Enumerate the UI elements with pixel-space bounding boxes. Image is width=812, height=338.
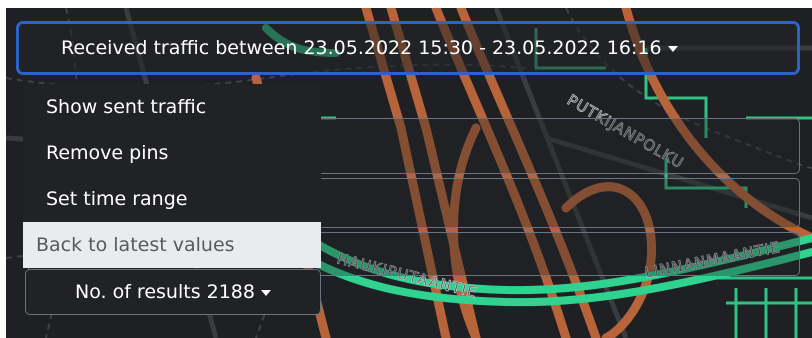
menu-item-remove-pins[interactable]: Remove pins bbox=[23, 130, 321, 176]
caret-down-icon bbox=[667, 46, 678, 52]
results-count-dropdown-button[interactable]: No. of results 2188 bbox=[25, 269, 321, 315]
caret-down-icon bbox=[260, 290, 271, 296]
menu-item-back-to-latest-values[interactable]: Back to latest values bbox=[23, 222, 321, 268]
traffic-options-menu: Show sent traffic Remove pins Set time r… bbox=[23, 84, 321, 268]
traffic-range-dropdown-button[interactable]: Received traffic between 23.05.2022 15:3… bbox=[16, 21, 800, 75]
menu-item-set-time-range[interactable]: Set time range bbox=[23, 176, 321, 222]
menu-item-show-sent-traffic[interactable]: Show sent traffic bbox=[23, 84, 321, 130]
results-count-label: No. of results 2188 bbox=[75, 281, 255, 303]
traffic-range-label: Received traffic between 23.05.2022 15:3… bbox=[61, 37, 662, 59]
